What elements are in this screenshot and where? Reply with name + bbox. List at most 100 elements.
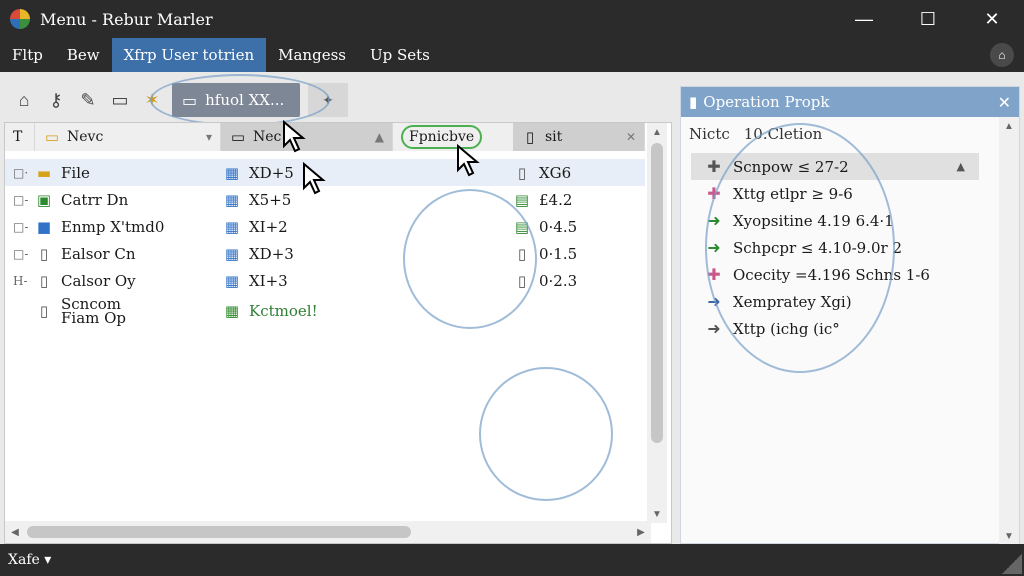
window-controls: — ☐ ✕ <box>832 0 1024 38</box>
highlight-circle <box>479 367 613 501</box>
arrow-icon: ➜ <box>707 319 721 338</box>
chevron-down-icon[interactable]: ▾ <box>206 130 212 144</box>
list-item[interactable]: ✚ Ocecity =4.196 Schns 1-6 <box>681 261 1019 288</box>
vertical-scrollbar[interactable]: ▲ ▼ <box>647 123 667 523</box>
list-item[interactable]: ✚ Scnpow ≤ 27-2 ▲ <box>691 153 979 180</box>
sheet-icon: ▦ <box>224 302 240 320</box>
key-icon[interactable]: ⚷ <box>44 88 68 112</box>
doc-icon: ▯ <box>517 244 527 263</box>
column-header-name[interactable]: ▭ Nevc ▾ <box>35 123 221 151</box>
scroll-down-icon[interactable]: ▼ <box>999 527 1019 545</box>
column-toggle-icon[interactable]: T <box>5 123 35 151</box>
list-item[interactable]: ➜ Xyopsitine 4.19 6.4·1 <box>681 207 1019 234</box>
sheet-icon: ▦ <box>224 271 240 290</box>
scroll-right-icon[interactable]: ▶ <box>631 521 651 543</box>
arrow-icon: ➜ <box>707 211 721 230</box>
expand-toggle[interactable]: □- <box>5 193 35 207</box>
close-icon[interactable]: ✕ <box>626 130 636 144</box>
resize-grip-icon[interactable] <box>1002 554 1022 574</box>
doc-icon: ▯ <box>39 302 49 320</box>
window-title: Menu - Rebur Marler <box>40 9 213 29</box>
folder-icon: ▬ <box>36 163 52 182</box>
sheet-icon: ▦ <box>224 244 240 263</box>
sheet-icon: ▣ <box>36 190 52 209</box>
properties-title: Operation Propk <box>703 93 830 111</box>
properties-sub-title: 10.Cletion <box>743 125 823 143</box>
sheet-icon: ▤ <box>514 217 530 236</box>
close-icon[interactable]: ✕ <box>998 93 1011 112</box>
file-rows: □· ▬ File ▦ XD+5 ▯ XG6 □- ▣ Catrr Dn ▦ X5+5 ▤… <box>5 159 645 328</box>
row-value: 0·4.5 <box>539 217 578 236</box>
doc-icon: ▯ <box>525 128 535 146</box>
folder-path-tab[interactable]: ▭ hfuol XX... <box>172 83 300 117</box>
operation-properties-panel: ▮ Operation Propk ✕ Nictc 10.Cletion ✚ S… <box>680 86 1020 545</box>
scroll-thumb[interactable] <box>27 526 411 538</box>
close-button[interactable]: ✕ <box>960 0 1024 38</box>
row-code: XD+3 <box>249 244 294 263</box>
cross-icon: ✚ <box>707 265 721 284</box>
list-item[interactable]: ✚ Xttg etlpr ≥ 9-6 <box>681 180 1019 207</box>
expand-toggle[interactable]: □- <box>5 220 35 234</box>
scroll-up-icon[interactable]: ▲ <box>999 117 1019 135</box>
column-header-fpnicbve[interactable]: Fpnicbve <box>393 123 513 151</box>
home-icon[interactable]: ⌂ <box>12 88 36 112</box>
doc-icon: ▯ <box>39 271 49 290</box>
expand-toggle[interactable]: □- <box>5 247 35 261</box>
cross-icon: ✚ <box>707 157 721 176</box>
sort-arrow-icon[interactable]: ▲ <box>375 130 384 144</box>
box-icon: ■ <box>36 217 52 236</box>
row-name: File <box>61 163 90 182</box>
expand-toggle[interactable]: H- <box>5 274 35 288</box>
scroll-left-icon[interactable]: ◀ <box>5 521 25 543</box>
row-value: XG6 <box>539 163 572 182</box>
list-item[interactable]: ➜ Xempratey Xgi) <box>681 288 1019 315</box>
menu-item-bew[interactable]: Bew <box>55 38 112 72</box>
pin-tab-button[interactable]: ✦ <box>308 83 348 117</box>
row-value: 0·1.5 <box>539 244 578 263</box>
pencil-icon[interactable]: ✎ <box>76 88 100 112</box>
home-icon[interactable]: ⌂ <box>990 43 1014 67</box>
horizontal-scrollbar[interactable]: ◀ ▶ <box>5 521 651 543</box>
expand-toggle[interactable]: □· <box>5 166 35 180</box>
menu-bar: Fltp Bew Xfrp User totrien Mangess Up Se… <box>0 38 1024 72</box>
table-row[interactable]: □- ▣ Catrr Dn ▦ X5+5 ▤ £4.2 <box>5 186 645 213</box>
list-item[interactable]: ➜ Schpcpr ≤ 4.10-9.0r 2 <box>681 234 1019 261</box>
scroll-up-icon[interactable]: ▲ <box>647 123 667 141</box>
properties-scrollbar[interactable]: ▲ ▼ <box>999 117 1019 545</box>
row-code: XD+5 <box>249 163 294 182</box>
list-item[interactable]: ➜ Xttp (ichg (ic° <box>681 315 1019 342</box>
arrow-icon: ➜ <box>707 292 721 311</box>
properties-list: ✚ Scnpow ≤ 27-2 ▲ ✚ Xttg etlpr ≥ 9-6 ➜ X… <box>681 153 1019 342</box>
row-code: XI+2 <box>249 217 288 236</box>
table-row[interactable]: H- ▯ Calsor Oy ▦ XI+3 ▯ 0·2.3 <box>5 267 645 294</box>
doc-icon: ▯ <box>39 244 49 263</box>
folder-icon: ▭ <box>182 90 198 110</box>
row-value: 0·2.3 <box>539 271 578 290</box>
row-name: Ealsor Cn <box>61 244 136 263</box>
minimize-button[interactable]: — <box>832 0 896 38</box>
table-row[interactable]: □· ▬ File ▦ XD+5 ▯ XG6 <box>5 159 645 186</box>
table-row[interactable]: □- ■ Enmp X'tmd0 ▦ XI+2 ▤ 0·4.5 <box>5 213 645 240</box>
status-dropdown[interactable]: Xafe ▾ <box>8 552 51 568</box>
column-header-sit[interactable]: ▯ sit ✕ <box>513 123 645 151</box>
menu-item-fltp[interactable]: Fltp <box>0 38 55 72</box>
menu-item-user-totrien[interactable]: Xfrp User totrien <box>111 38 267 72</box>
properties-subheader: Nictc 10.Cletion <box>681 117 1019 151</box>
status-bar: Xafe ▾ <box>0 544 1024 576</box>
table-row[interactable]: ▯ Scncom Fiam Op ▦ Kctmoel! <box>5 294 645 328</box>
column-header-code[interactable]: ▭ Nec ▲ <box>221 123 393 151</box>
menu-item-mangess[interactable]: Mangess <box>266 38 358 72</box>
table-row[interactable]: □- ▯ Ealsor Cn ▦ XD+3 ▯ 0·1.5 <box>5 240 645 267</box>
arrow-icon: ➜ <box>707 238 721 257</box>
sort-arrow-icon[interactable]: ▲ <box>957 160 965 173</box>
menu-item-up-sets[interactable]: Up Sets <box>358 38 442 72</box>
title-bar: Menu - Rebur Marler — ☐ ✕ <box>0 0 1024 38</box>
column-headers: T ▭ Nevc ▾ ▭ Nec ▲ Fpnicbve ▯ sit ✕ <box>5 123 645 151</box>
folder-path-label: hfuol XX... <box>205 91 285 109</box>
properties-header: ▮ Operation Propk ✕ <box>681 87 1019 117</box>
speech-icon[interactable]: ▭ <box>108 88 132 112</box>
scroll-thumb[interactable] <box>651 143 663 443</box>
star-icon[interactable]: ✶ <box>140 88 164 112</box>
maximize-button[interactable]: ☐ <box>896 0 960 38</box>
row-code: Kctmoel! <box>249 302 318 320</box>
